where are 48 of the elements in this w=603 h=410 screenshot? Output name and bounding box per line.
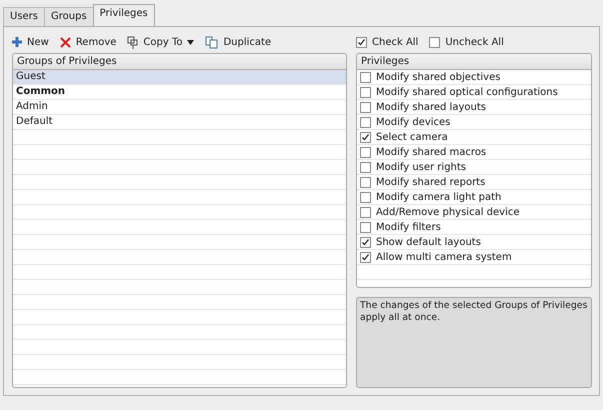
privilege-label: Show default layouts [376, 236, 481, 248]
privilege-label: Modify filters [376, 222, 441, 232]
checkbox[interactable] [360, 222, 371, 232]
checkbox[interactable] [360, 132, 371, 142]
list-item[interactable]: Default [13, 115, 346, 130]
checkbox[interactable] [429, 36, 440, 48]
toolbar-button[interactable]: Duplicate [205, 36, 272, 48]
privilege-label: Modify devices [376, 116, 450, 128]
checkbox[interactable] [360, 236, 371, 248]
toolbar-button[interactable]: Copy To [127, 36, 194, 48]
privilege-label: Allow multi camera system [376, 252, 512, 262]
checkbox[interactable] [360, 102, 371, 112]
list-item[interactable]: Guest [13, 70, 346, 85]
description-text: The changes of the selected Groups of Privileges apply all at once. [356, 297, 592, 388]
toolbar-button[interactable]: Remove [60, 36, 116, 48]
checkbox-label: Check All [372, 36, 418, 48]
list-item[interactable]: Admin [13, 100, 346, 115]
privilege-label: Modify shared macros [376, 146, 486, 158]
checkbox[interactable] [360, 176, 371, 188]
privilege-label: Modify shared optical configurations [376, 86, 558, 98]
checkbox[interactable] [360, 86, 371, 98]
checkbox-label: Uncheck All [445, 36, 504, 48]
privilege-label: Modify shared reports [376, 176, 486, 188]
checkbox[interactable] [360, 162, 371, 172]
checkbox[interactable] [360, 206, 371, 218]
close-icon [60, 36, 71, 48]
tab[interactable]: Users [3, 7, 46, 26]
checkbox[interactable] [356, 36, 367, 48]
plus-icon [12, 37, 22, 47]
privilege-label: Modify shared objectives [376, 72, 500, 82]
column-header: Groups of Privileges [13, 54, 346, 70]
toolbar-button[interactable]: New [12, 36, 49, 48]
list-item[interactable]: Common [13, 85, 346, 100]
column-header: Privileges [357, 54, 591, 70]
duplicate-icon [205, 36, 218, 48]
privilege-label: Add/Remove physical device [376, 206, 520, 218]
checkbox[interactable] [360, 72, 371, 82]
checkbox[interactable] [360, 192, 371, 202]
checkbox[interactable] [360, 146, 371, 158]
checkbox[interactable] [360, 252, 371, 262]
copy-icon [127, 36, 138, 48]
checkbox[interactable] [360, 116, 371, 128]
tab[interactable]: Groups [44, 7, 94, 26]
privilege-label: Modify camera light path [376, 192, 502, 202]
privilege-label: Modify user rights [376, 162, 466, 172]
privilege-label: Select camera [376, 132, 448, 142]
tab[interactable]: Privileges [92, 4, 155, 26]
privilege-label: Modify shared layouts [376, 102, 486, 112]
